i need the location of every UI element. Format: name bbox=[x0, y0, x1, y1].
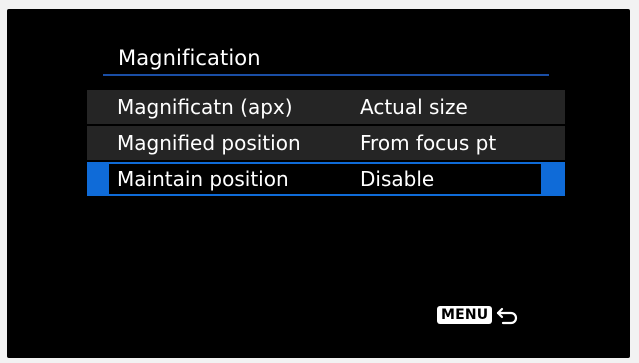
menu-item-value: From focus pt bbox=[360, 131, 497, 155]
menu-item-magnified-position[interactable]: Magnified position From focus pt bbox=[87, 126, 565, 160]
menu-item-value: Disable bbox=[360, 167, 435, 191]
menu-item-label: Magnificatn (apx) bbox=[117, 95, 293, 119]
title-underline bbox=[103, 74, 549, 76]
menu-item-maintain-position[interactable]: Maintain position Disable bbox=[87, 162, 565, 196]
menu-item-value: Actual size bbox=[360, 95, 468, 119]
menu-item-label: Magnified position bbox=[117, 131, 301, 155]
menu-title: Magnification bbox=[118, 46, 261, 70]
menu-item-magnification-approx[interactable]: Magnificatn (apx) Actual size bbox=[87, 90, 565, 124]
menu-button-label: MENU bbox=[437, 306, 493, 324]
return-arrow-icon bbox=[497, 307, 518, 325]
menu-back-button[interactable]: MENU bbox=[437, 305, 520, 325]
menu-list: Magnificatn (apx) Actual size Magnified … bbox=[87, 90, 565, 198]
camera-menu-screen: Magnification Magnificatn (apx) Actual s… bbox=[7, 9, 630, 358]
menu-item-label: Maintain position bbox=[117, 167, 289, 191]
